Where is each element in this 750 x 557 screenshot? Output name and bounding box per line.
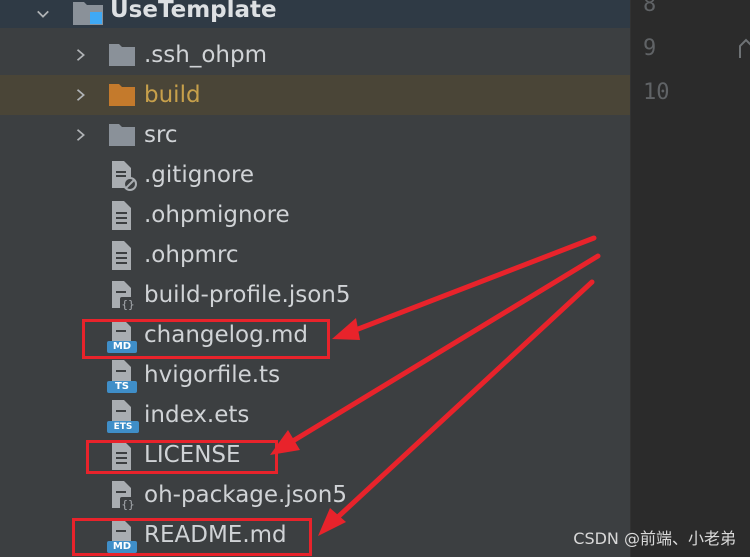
tree-row-build-profile[interactable]: {} build-profile.json5 [0, 275, 630, 315]
folder-label: .ssh_ohpm [144, 42, 268, 68]
watermark: CSDN @前端、小老弟 [573, 529, 736, 548]
file-label: .ohpmrc [144, 242, 239, 268]
folder-icon [109, 124, 135, 146]
tree-row-ohpmignore[interactable]: .ohpmignore [0, 195, 630, 235]
typescript-file-icon [112, 360, 131, 382]
folder-label: src [144, 122, 178, 148]
line-number: 8 [643, 0, 657, 17]
annotation-box-license [86, 440, 278, 474]
file-label: .ohpmignore [144, 202, 290, 228]
json-file-icon: {} [112, 281, 136, 311]
tree-row-index-ets[interactable]: ETS index.ets [0, 395, 630, 435]
file-label: oh-package.json5 [144, 482, 348, 508]
chevron-down-icon[interactable] [36, 6, 50, 22]
chevron-right-icon[interactable] [74, 127, 88, 143]
tree-row-root[interactable]: UseTemplate [0, 0, 630, 28]
annotation-box-readme [72, 518, 312, 556]
chevron-right-icon[interactable] [74, 87, 88, 103]
svg-text:{}: {} [121, 498, 134, 511]
fold-marker-icon[interactable] [739, 36, 750, 60]
ts-badge: TS [107, 381, 137, 393]
text-file-icon [112, 201, 131, 230]
file-label: .gitignore [144, 162, 255, 188]
tree-row-gitignore[interactable]: .gitignore [0, 155, 630, 195]
json-file-icon: {} [112, 481, 136, 511]
tree-row-build[interactable]: build [0, 75, 630, 115]
editor-gutter: 8 9 10 [630, 0, 750, 557]
tree-row-hvigorfile[interactable]: TS hvigorfile.ts [0, 355, 630, 395]
annotation-box-changelog [82, 319, 330, 359]
file-label: index.ets [144, 402, 250, 428]
project-name: UseTemplate [110, 0, 277, 23]
excluded-folder-icon [109, 84, 135, 106]
ets-file-icon [112, 400, 131, 422]
line-number: 9 [643, 36, 657, 61]
tree-row-oh-package[interactable]: {} oh-package.json5 [0, 475, 630, 515]
module-folder-icon [73, 2, 103, 25]
ignore-file-icon [112, 161, 137, 191]
line-number: 10 [643, 80, 670, 105]
file-label: build-profile.json5 [144, 282, 351, 308]
folder-label: build [144, 82, 201, 108]
tree-row-src[interactable]: src [0, 115, 630, 155]
folder-icon [109, 44, 135, 66]
tree-row-ohpmrc[interactable]: .ohpmrc [0, 235, 630, 275]
file-label: hvigorfile.ts [144, 362, 281, 388]
chevron-right-icon[interactable] [74, 47, 88, 63]
tree-row-ssh-ohpm[interactable]: .ssh_ohpm [0, 35, 630, 75]
ets-badge: ETS [107, 421, 139, 433]
svg-text:{}: {} [121, 298, 134, 311]
text-file-icon [112, 241, 131, 270]
